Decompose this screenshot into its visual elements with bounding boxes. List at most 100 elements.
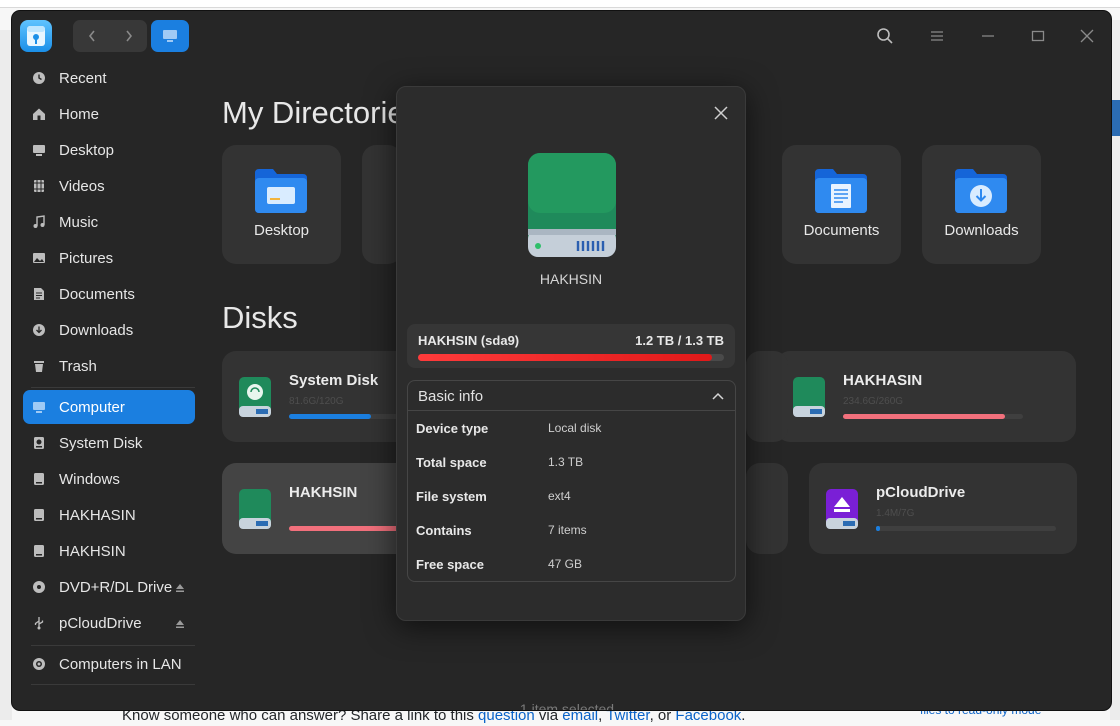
- disk-card-hakhsin[interactable]: HAKHSIN: [222, 463, 422, 554]
- document-icon: [31, 286, 47, 302]
- sidebar-item-computer[interactable]: Computer: [23, 390, 195, 424]
- disk-usage-fill: [289, 526, 405, 531]
- sidebar-item-system-disk[interactable]: System Disk: [23, 426, 195, 460]
- sidebar-item-label: HAKHSIN: [59, 542, 126, 560]
- dialog-close-icon[interactable]: [711, 103, 731, 123]
- disk-usage-fill: [843, 414, 1005, 419]
- info-label: File system: [416, 489, 487, 504]
- maximize-icon[interactable]: [1027, 25, 1049, 47]
- disk-usage-fill: [289, 414, 371, 419]
- sidebar-divider: [31, 684, 195, 685]
- sidebar-item-label: Recent: [59, 69, 107, 87]
- sidebar-item-recent[interactable]: Recent: [23, 61, 195, 95]
- download-icon: [31, 322, 47, 338]
- dialog-usage-bar: [418, 354, 724, 361]
- info-value: 7 items: [548, 523, 587, 537]
- my-directories-title: My Directories: [222, 95, 421, 130]
- sidebar-item-dvd-drive[interactable]: DVD+R/DL Drive: [23, 570, 195, 604]
- info-row-free-space: Free space 47 GB: [408, 553, 735, 577]
- sidebar-item-label: Computers in LAN: [59, 655, 182, 673]
- sidebar-item-documents[interactable]: Documents: [23, 277, 195, 311]
- directory-label: Downloads: [944, 222, 1019, 239]
- sidebar-item-hakhsin[interactable]: HAKHSIN: [23, 534, 195, 568]
- sidebar-item-hakhasin[interactable]: HAKHASIN: [23, 498, 195, 532]
- trash-icon: [31, 358, 47, 374]
- sidebar-item-windows[interactable]: Windows: [23, 462, 195, 496]
- sidebar-item-downloads[interactable]: Downloads: [23, 313, 195, 347]
- disk-name: pCloudDrive: [876, 484, 966, 501]
- picture-icon: [31, 250, 47, 266]
- disk-card-hidden-partial[interactable]: [746, 351, 788, 442]
- disks-title: Disks: [222, 300, 298, 335]
- eject-icon[interactable]: [175, 616, 185, 633]
- disk-card-hakhasin[interactable]: HAKHASIN 234.6G/260G: [776, 351, 1076, 442]
- sidebar-item-label: Trash: [59, 357, 97, 375]
- menu-icon[interactable]: [926, 25, 948, 47]
- computer-view-button[interactable]: [151, 20, 189, 52]
- sidebar-item-label: Desktop: [59, 141, 115, 159]
- directory-label: Documents: [803, 222, 880, 239]
- desktop-icon: [31, 142, 47, 158]
- sidebar-item-videos[interactable]: Videos: [23, 169, 195, 203]
- sidebar-item-music[interactable]: Music: [23, 205, 195, 239]
- disc-icon: [31, 579, 47, 595]
- network-icon: [31, 656, 47, 672]
- clock-icon: [31, 70, 47, 86]
- disk-card-pclouddrive[interactable]: pCloudDrive 1.4M/7G: [809, 463, 1077, 554]
- dialog-usage-label: HAKHSIN (sda9): [418, 333, 520, 348]
- minimize-icon[interactable]: [977, 25, 999, 47]
- status-bar-text: 1 item selected: [519, 701, 615, 710]
- info-row-total-space: Total space 1.3 TB: [408, 451, 735, 475]
- sidebar-item-label: HAKHASIN: [59, 506, 136, 524]
- info-value: ext4: [548, 489, 571, 503]
- disk-usage-bar: [876, 526, 1056, 531]
- directory-card-documents[interactable]: Documents: [782, 145, 901, 264]
- search-icon[interactable]: [874, 25, 896, 47]
- folder-downloads-icon: [955, 169, 1007, 213]
- disk-icon: [31, 507, 47, 523]
- sidebar-item-computers-in-lan[interactable]: Computers in LAN: [23, 647, 195, 681]
- chevron-right-icon[interactable]: [110, 20, 147, 52]
- sidebar-item-label: Windows: [59, 470, 120, 488]
- sidebar-item-desktop[interactable]: Desktop: [23, 133, 195, 167]
- sidebar-item-pictures[interactable]: Pictures: [23, 241, 195, 275]
- sidebar-item-label: Downloads: [59, 321, 134, 339]
- dialog-usage-fill: [418, 354, 712, 361]
- directory-card-desktop[interactable]: Desktop: [222, 145, 341, 264]
- basic-info-header[interactable]: Basic info: [408, 381, 735, 411]
- disk-card-hidden-partial[interactable]: [746, 463, 788, 554]
- info-row-file-system: File system ext4: [408, 485, 735, 509]
- sidebar-item-home[interactable]: Home: [23, 97, 195, 131]
- sidebar-item-pclouddrive[interactable]: pCloudDrive: [23, 606, 195, 640]
- disk-icon: [793, 377, 825, 417]
- computer-icon: [163, 30, 177, 42]
- disk-icon: [239, 377, 271, 417]
- dialog-usage-box: HAKHSIN (sda9) 1.2 TB / 1.3 TB: [407, 324, 735, 368]
- home-icon: [31, 106, 47, 122]
- info-label: Total space: [416, 455, 487, 470]
- info-row-contains: Contains 7 items: [408, 519, 735, 543]
- disk-usage-text: 1.4M/7G: [876, 508, 915, 519]
- directory-card-downloads[interactable]: Downloads: [922, 145, 1041, 264]
- hard-drive-icon: [528, 153, 616, 257]
- info-label: Device type: [416, 421, 489, 436]
- navigation-buttons: [73, 20, 147, 52]
- disk-properties-dialog: HAKHSIN HAKHSIN (sda9) 1.2 TB / 1.3 TB B…: [396, 86, 746, 621]
- disk-usage-bar: [289, 414, 409, 419]
- dialog-drive-name: HAKHSIN: [539, 271, 603, 287]
- video-icon: [31, 178, 47, 194]
- info-value: 1.3 TB: [548, 455, 584, 469]
- folder-documents-icon: [815, 169, 867, 213]
- disk-card-system-disk[interactable]: System Disk 81.6G/120G: [222, 351, 422, 442]
- eject-icon[interactable]: [175, 580, 185, 597]
- disk-usage-fill: [876, 526, 880, 531]
- chevron-up-icon[interactable]: [711, 389, 725, 403]
- sidebar-item-label: Videos: [59, 177, 105, 195]
- close-icon[interactable]: [1076, 25, 1098, 47]
- basic-info-panel: Basic info Device type Local disk Total …: [407, 380, 736, 582]
- disk-usage-text: 81.6G/120G: [289, 396, 344, 407]
- chevron-left-icon[interactable]: [73, 20, 110, 52]
- sidebar-item-trash[interactable]: Trash: [23, 349, 195, 383]
- file-manager-logo-icon[interactable]: [20, 20, 52, 52]
- sidebar-item-label: Home: [59, 105, 100, 123]
